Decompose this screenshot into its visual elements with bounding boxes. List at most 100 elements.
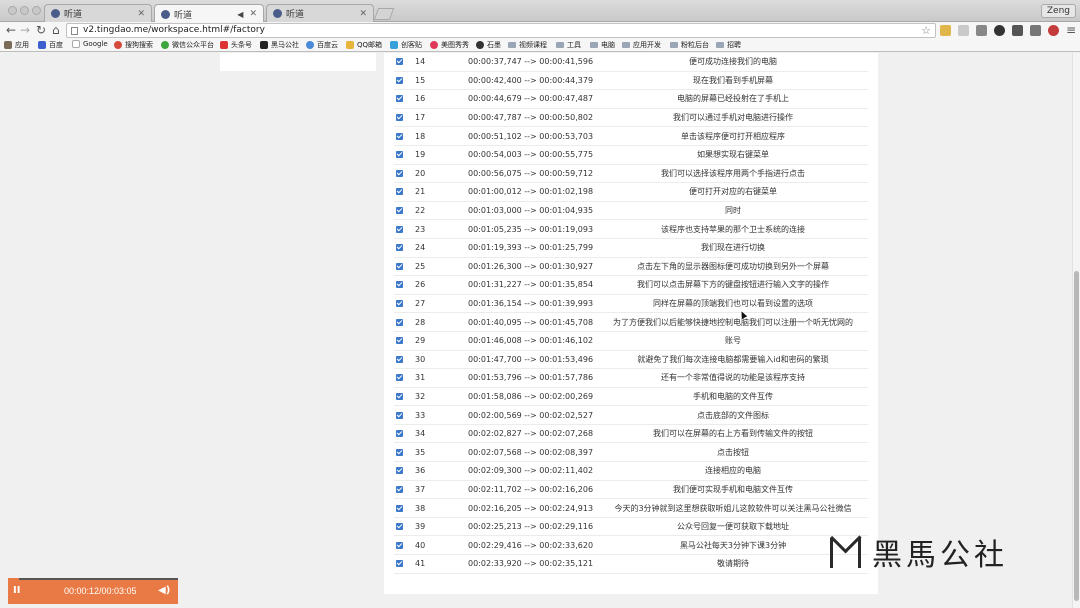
- row-checkbox[interactable]: [396, 355, 403, 363]
- row-subtitle-text[interactable]: 现在我们看到手机屏幕: [608, 75, 868, 86]
- bookmark-toutiao[interactable]: 头条号: [220, 40, 252, 50]
- row-subtitle-text[interactable]: 该程序也支持苹果的那个卫士系统的连接: [608, 224, 868, 235]
- row-checkbox[interactable]: [396, 448, 403, 456]
- table-row[interactable]: 21 00:01:00,012 --> 00:01:02,198 便可打开对应的右键…: [394, 183, 868, 202]
- bookmark-folder-jobs[interactable]: 招聘: [716, 40, 741, 50]
- row-subtitle-text[interactable]: 我们便可实现手机和电脑文件互传: [608, 484, 868, 495]
- audio-playing-icon[interactable]: ◀: [237, 10, 243, 19]
- table-row[interactable]: 26 00:01:31,227 --> 00:01:35,854 我们可以点击屏幕下…: [394, 276, 868, 295]
- row-checkbox[interactable]: [396, 151, 403, 159]
- reload-icon[interactable]: ↻: [36, 23, 46, 38]
- profile-button[interactable]: Zeng: [1040, 4, 1076, 18]
- page-scrollbar[interactable]: [1072, 53, 1080, 608]
- row-checkbox[interactable]: [396, 392, 403, 400]
- table-row[interactable]: 33 00:02:00,569 --> 00:02:02,527 点击底部的文件图标: [394, 406, 868, 425]
- table-row[interactable]: 37 00:02:11,702 --> 00:02:16,206 我们便可实现手机和…: [394, 481, 868, 500]
- table-row[interactable]: 30 00:01:47,700 --> 00:01:53,496 就避免了我们每次连…: [394, 351, 868, 370]
- table-row[interactable]: 23 00:01:05,235 --> 00:01:19,093 该程序也支持苹果的…: [394, 220, 868, 239]
- row-subtitle-text[interactable]: 便可打开对应的右键菜单: [608, 186, 868, 197]
- extension-circle-icon[interactable]: [994, 25, 1005, 36]
- table-row[interactable]: 32 00:01:58,086 --> 00:02:00,269 手机和电脑的文件互…: [394, 388, 868, 407]
- row-checkbox[interactable]: [396, 132, 403, 140]
- row-checkbox[interactable]: [396, 244, 403, 252]
- row-subtitle-text[interactable]: 就避免了我们每次连接电脑都需要输入id和密码的繁琐: [608, 354, 868, 365]
- row-checkbox[interactable]: [396, 58, 403, 66]
- bookmark-folder-computer[interactable]: 电脑: [590, 40, 615, 50]
- bookmark-meitu[interactable]: 美图秀秀: [430, 40, 469, 50]
- row-subtitle-text[interactable]: 我们可以选择该程序用两个手指进行点击: [608, 168, 868, 179]
- bookmark-google[interactable]: Google: [72, 40, 108, 48]
- table-row[interactable]: 31 00:01:53,796 --> 00:01:57,786 还有一个非常值得说…: [394, 369, 868, 388]
- row-subtitle-text[interactable]: 账号: [608, 335, 868, 346]
- table-row[interactable]: 39 00:02:25,213 --> 00:02:29,116 公众号回复一便可获…: [394, 518, 868, 537]
- tab-1[interactable]: 听道 ✕: [44, 4, 152, 22]
- row-checkbox[interactable]: [396, 188, 403, 196]
- row-checkbox[interactable]: [396, 523, 403, 531]
- bookmark-baiduyun[interactable]: 百度云: [306, 40, 338, 50]
- pause-icon[interactable]: II: [13, 585, 20, 596]
- row-checkbox[interactable]: [396, 411, 403, 419]
- bookmark-sogou[interactable]: 搜狗搜索: [114, 40, 153, 50]
- row-checkbox[interactable]: [396, 169, 403, 177]
- bookmark-folder-tools[interactable]: 工具: [556, 40, 581, 50]
- table-row[interactable]: 38 00:02:16,205 --> 00:02:24,913 今天的3分钟就到这…: [394, 499, 868, 518]
- table-row[interactable]: 20 00:00:56,075 --> 00:00:59,712 我们可以选择该程序…: [394, 165, 868, 184]
- window-zoom-button[interactable]: [32, 6, 41, 15]
- tab-close-icon[interactable]: ✕: [137, 9, 145, 19]
- row-subtitle-text[interactable]: 我们现在进行切换: [608, 242, 868, 253]
- address-bar[interactable]: v2.tingdao.me/workspace.html#/factory ☆: [66, 23, 936, 38]
- row-checkbox[interactable]: [396, 76, 403, 84]
- row-checkbox[interactable]: [396, 430, 403, 438]
- menu-icon[interactable]: ≡: [1066, 23, 1076, 38]
- window-minimize-button[interactable]: [20, 6, 29, 15]
- table-row[interactable]: 27 00:01:36,154 --> 00:01:39,993 同样在屏幕的顶端我…: [394, 295, 868, 314]
- row-subtitle-text[interactable]: 点击左下角的显示器图标便可成功切换到另外一个屏幕: [608, 261, 868, 272]
- row-checkbox[interactable]: [396, 262, 403, 270]
- extension-tool-icon[interactable]: [1012, 25, 1023, 36]
- scrollbar-thumb[interactable]: [1074, 271, 1079, 601]
- row-subtitle-text[interactable]: 连接相应的电脑: [608, 465, 868, 476]
- tab-close-icon[interactable]: ✕: [249, 9, 257, 19]
- table-row[interactable]: 15 00:00:42,400 --> 00:00:44,379 现在我们看到手机屏…: [394, 72, 868, 91]
- row-checkbox[interactable]: [396, 541, 403, 549]
- row-checkbox[interactable]: [396, 300, 403, 308]
- row-checkbox[interactable]: [396, 504, 403, 512]
- row-subtitle-text[interactable]: 单击该程序便可打开相应程序: [608, 131, 868, 142]
- row-checkbox[interactable]: [396, 318, 403, 326]
- bookmark-chuangketie[interactable]: 创客贴: [390, 40, 422, 50]
- bookmark-heima[interactable]: 黑马公社: [260, 40, 299, 50]
- progress-track[interactable]: [8, 578, 178, 580]
- table-row[interactable]: 14 00:00:37,747 --> 00:00:41,596 便可成功连接我们的…: [394, 53, 868, 72]
- row-checkbox[interactable]: [396, 207, 403, 215]
- row-subtitle-text[interactable]: 我们可以点击屏幕下方的键盘按钮进行输入文字的操作: [608, 279, 868, 290]
- row-subtitle-text[interactable]: 同样在屏幕的顶端我们也可以看到设置的选项: [608, 298, 868, 309]
- table-row[interactable]: 16 00:00:44,679 --> 00:00:47,487 电脑的屏幕已经投射…: [394, 90, 868, 109]
- row-subtitle-text[interactable]: 手机和电脑的文件互传: [608, 391, 868, 402]
- forward-arrow-icon[interactable]: →: [20, 23, 30, 38]
- row-checkbox[interactable]: [396, 467, 403, 475]
- table-row[interactable]: 41 00:02:33,920 --> 00:02:35,121 敬请期待: [394, 555, 868, 574]
- bookmark-star-icon[interactable]: ☆: [921, 24, 931, 37]
- home-icon[interactable]: ⌂: [52, 23, 60, 38]
- row-checkbox[interactable]: [396, 281, 403, 289]
- row-subtitle-text[interactable]: 同时: [608, 205, 868, 216]
- table-row[interactable]: 29 00:01:46,008 --> 00:01:46,102 账号: [394, 332, 868, 351]
- bookmark-qqmail[interactable]: QQ邮箱: [346, 40, 382, 50]
- bookmark-folder-fenli[interactable]: 粉粒后台: [670, 40, 709, 50]
- row-subtitle-text[interactable]: 我们可以通过手机对电脑进行操作: [608, 112, 868, 123]
- table-row[interactable]: 22 00:01:03,000 --> 00:01:04,935 同时: [394, 202, 868, 221]
- row-subtitle-text[interactable]: 点击按钮: [608, 447, 868, 458]
- tab-2[interactable]: 听道 ◀ ✕: [154, 4, 264, 23]
- extension-pen-icon[interactable]: [976, 25, 987, 36]
- row-subtitle-text[interactable]: 我们可以在屏幕的右上方看到传输文件的按钮: [608, 428, 868, 439]
- volume-icon[interactable]: ◀): [158, 585, 170, 596]
- bookmark-wechat-mp[interactable]: 微信公众平台: [161, 40, 214, 50]
- row-subtitle-text[interactable]: 点击底部的文件图标: [608, 410, 868, 421]
- extension-wrench-icon[interactable]: [1030, 25, 1041, 36]
- row-checkbox[interactable]: [396, 225, 403, 233]
- row-subtitle-text[interactable]: 还有一个非常值得说的功能是该程序支持: [608, 372, 868, 383]
- bookmark-folder-video[interactable]: 视频课程: [508, 40, 547, 50]
- window-close-button[interactable]: [8, 6, 17, 15]
- row-checkbox[interactable]: [396, 337, 403, 345]
- table-row[interactable]: 28 00:01:40,095 --> 00:01:45,708 为了方便我们以后能…: [394, 313, 868, 332]
